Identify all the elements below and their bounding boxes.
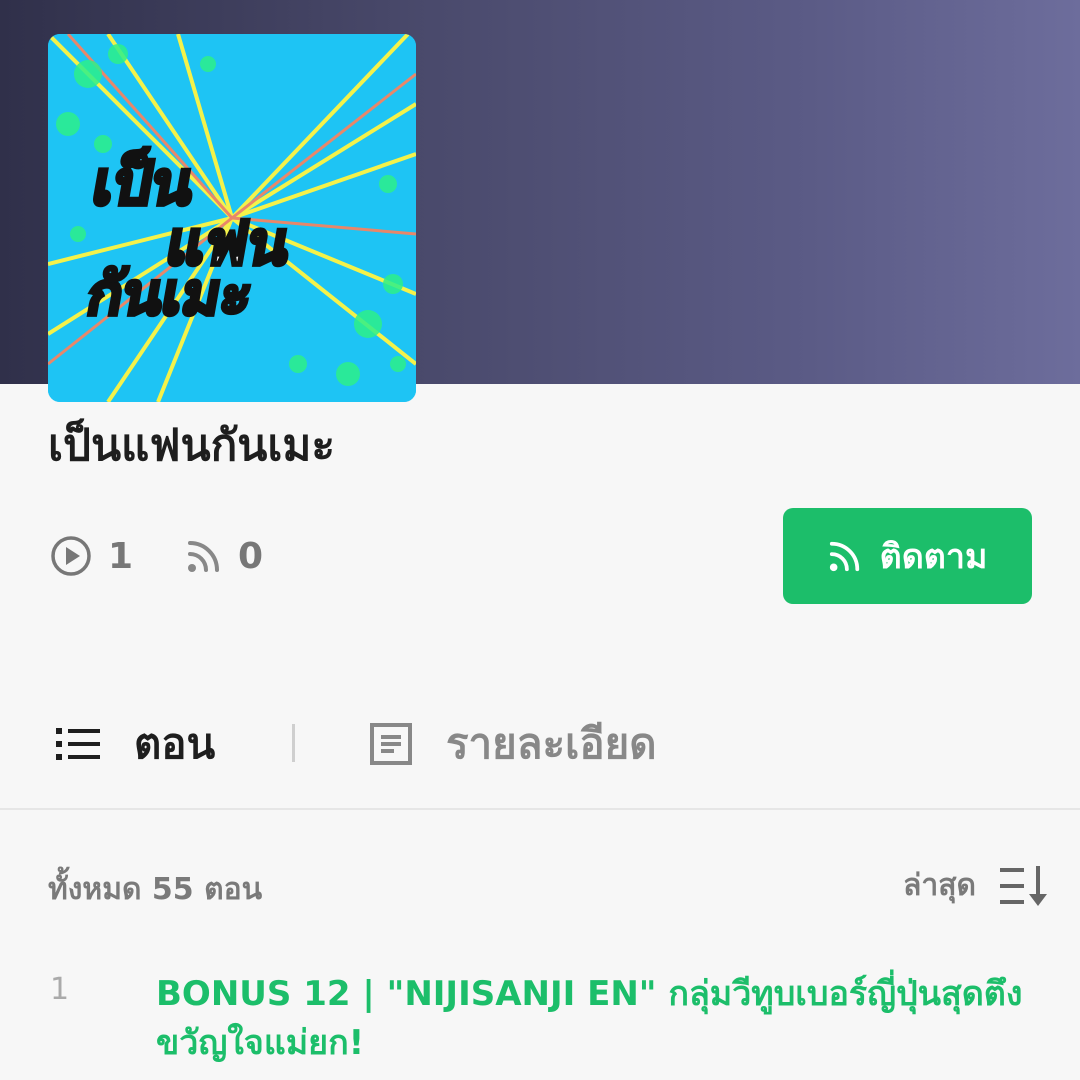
follow-button-label: ติดตาม xyxy=(879,537,988,577)
rss-icon xyxy=(829,541,859,572)
tab-details[interactable]: รายละเอียด xyxy=(370,714,657,774)
sort-control[interactable]: ล่าสุด xyxy=(903,862,1050,909)
episode-count-stat: 1 xyxy=(50,534,133,578)
follower-count: 0 xyxy=(238,535,264,577)
follower-count-stat: 0 xyxy=(186,534,263,578)
svg-text:กันเมะ: กันเมะ xyxy=(82,260,258,327)
play-circle-icon xyxy=(51,536,91,576)
episode-count: 1 xyxy=(108,535,134,577)
rss-icon xyxy=(188,541,219,572)
episode-title-link[interactable]: BONUS 12 | "NIJISANJI EN" กลุ่มวีทูบเบอร… xyxy=(156,970,1046,1069)
tab-episodes[interactable]: ตอน xyxy=(56,714,215,774)
svg-text:เป็น: เป็น xyxy=(87,147,199,218)
tab-episodes-label: ตอน xyxy=(134,719,216,768)
episode-number: 1 xyxy=(50,972,70,1007)
cover-artwork: เป็น แฟน กันเมะ xyxy=(48,34,416,402)
sort-label: ล่าสุด xyxy=(902,868,976,903)
sort-descending-icon xyxy=(1000,865,1047,906)
document-icon xyxy=(370,723,412,765)
podcast-cover-art: เป็น แฟน กันเมะ xyxy=(48,34,416,402)
tab-details-label: รายละเอียด xyxy=(446,719,657,768)
podcast-page: เป็น แฟน กันเมะ เป็นแฟนกันเมะ 1 0 ติดตาม xyxy=(0,0,1080,1080)
list-icon xyxy=(56,728,100,760)
episode-total: ทั้งหมด 55 ตอน xyxy=(48,872,263,907)
follow-button[interactable]: ติดตาม xyxy=(783,508,1032,604)
tab-divider xyxy=(292,724,295,762)
podcast-title: เป็นแฟนกันเมะ xyxy=(48,420,336,471)
section-divider xyxy=(0,808,1080,810)
